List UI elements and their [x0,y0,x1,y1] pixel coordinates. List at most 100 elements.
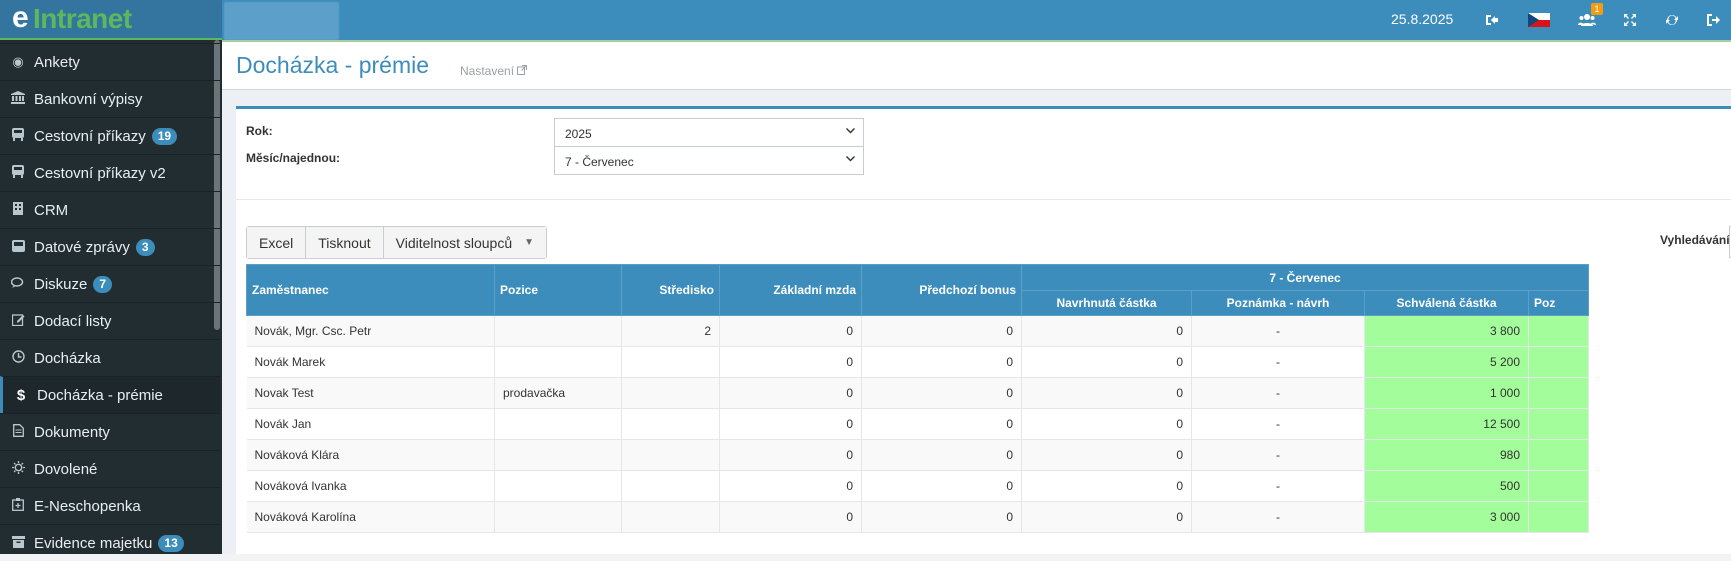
cell-center: 2 [621,315,720,347]
print-button[interactable]: Tisknout [306,227,384,258]
cell-employee: Novák Jan [246,408,495,440]
cell-proposed-amount: 0 [1021,439,1192,471]
cell-position [494,315,622,347]
sidebar-item-dochazka-premie[interactable]: $ Docházka - prémie [0,376,220,413]
sidebar-item-label: Dodací listy [34,312,112,330]
cell-proposed-amount: 0 [1021,470,1192,502]
sidebar-item-dodaci-listy[interactable]: Dodací listy [0,302,220,339]
search-label: Vyhledávání: [1660,233,1731,247]
hospital-icon [0,498,34,514]
blurred-area [224,2,339,40]
page-header: Docházka - prémie Nastavení [222,42,1731,90]
sidebar-item-crm[interactable]: CRM [0,191,220,228]
cell-previous-bonus: 0 [861,346,1022,378]
sidebar-item-label: Dovolené [34,460,98,478]
header-proposed-amount[interactable]: Navrhnutá částka [1021,290,1192,316]
data-table: Zaměstnanec Pozice Středisko Základní mz… [246,264,1731,533]
table-row[interactable]: Novák Jan 0 0 0-12 500 [246,408,1589,440]
cell-previous-bonus: 0 [861,470,1022,502]
cell-truncated [1528,315,1589,347]
cell-truncated [1528,408,1589,440]
cell-note-proposal: - [1191,439,1365,471]
month-select[interactable]: 7 - Červenec [554,146,864,175]
table-row[interactable]: Nováková Ivanka 0 0 0-500 [246,470,1589,502]
sun-icon [0,461,34,477]
header-previous-bonus[interactable]: Předchozí bonus [861,264,1022,316]
sidebar-item-evidence-majetku[interactable]: Evidence majetku 13 [0,524,220,561]
cell-note-proposal: - [1191,346,1365,378]
cell-previous-bonus: 0 [861,377,1022,409]
header-approved-amount[interactable]: Schválená částka [1364,290,1529,316]
header-truncated[interactable]: Poz [1528,290,1589,316]
table-row[interactable]: Novák, Mgr. Csc. Petr 2 0 0 0-3 800 [246,315,1589,347]
cell-note-proposal: - [1191,315,1365,347]
cell-center [621,346,720,378]
cell-employee: Nováková Ivanka [246,470,495,502]
year-select[interactable]: 2025 [554,118,864,147]
sidebar-item-label: Docházka - prémie [37,386,163,404]
cell-center [621,377,720,409]
header-employee[interactable]: Zaměstnanec [246,264,495,316]
cell-approved-amount: 3 800 [1364,315,1529,347]
count-badge: 19 [151,127,178,145]
sidebar-item-label: Diskuze [34,275,88,293]
sidebar-item-datove-zpravy[interactable]: Datové zprávy 3 [0,228,220,265]
cell-truncated [1528,439,1589,471]
settings-link[interactable]: Nastavení [460,64,528,78]
divider [236,199,1731,200]
cell-proposed-amount: 0 [1021,346,1192,378]
sidebar-item-cestovni-prikazy-v2[interactable]: Cestovní příkazy v2 [0,154,220,191]
excel-button[interactable]: Excel [247,227,307,258]
sidebar-item-e-neschopenka[interactable]: E-Neschopenka [0,487,220,524]
column-visibility-label: Viditelnost sloupců [395,234,513,251]
refresh-icon[interactable] [1660,8,1684,32]
cell-previous-bonus: 0 [861,408,1022,440]
header-position[interactable]: Pozice [494,264,622,316]
sidebar-item-label: Evidence majetku [34,534,153,552]
settings-link-label: Nastavení [460,64,515,78]
cell-previous-bonus: 0 [861,501,1022,533]
cz-flag[interactable] [1528,13,1550,27]
sidebar-item-dovolene[interactable]: Dovolené [0,450,220,487]
sidebar-item-label: Cestovní příkazy [34,127,146,145]
column-visibility-button[interactable]: Viditelnost sloupců ▼ [383,227,547,258]
app-logo[interactable]: e Intranet [0,0,222,40]
inbox-icon [0,239,34,255]
file-icon [0,424,34,440]
sidebar-item-ankety[interactable]: ◉ Ankety [0,43,220,80]
logout-icon[interactable] [1701,8,1725,32]
main-content: Docházka - prémie Nastavení Rok: 2025 Mě… [222,42,1731,554]
cell-center [621,408,720,440]
sidebar-item-dochazka[interactable]: Docházka [0,339,220,376]
cell-proposed-amount: 0 [1021,377,1192,409]
sidebar-item-bankovni-vypisy[interactable]: Bankovní výpisy [0,80,220,117]
cell-base-salary: 0 [719,377,862,409]
year-select-value: 2025 [565,127,592,141]
table-row[interactable]: Novák Marek 0 0 0-5 200 [246,346,1589,378]
cell-truncated [1528,470,1589,502]
caret-down-icon: ▼ [524,237,535,248]
cell-base-salary: 0 [719,346,862,378]
cell-base-salary: 0 [719,501,862,533]
table-row[interactable]: Nováková Karolína 0 0 0-3 000 [246,501,1589,533]
header-note-proposal[interactable]: Poznámka - návrh [1191,290,1365,316]
sign-out-icon[interactable] [1480,8,1504,32]
cell-center [621,501,720,533]
archive-icon [0,535,34,551]
sidebar-item-dokumenty[interactable]: Dokumenty [0,413,220,450]
cell-center [621,470,720,502]
table-row[interactable]: Novak Test prodavačka 0 0 0-1 000 [246,377,1589,409]
header-center[interactable]: Středisko [621,264,720,316]
page-title: Docházka - prémie [236,52,430,78]
sidebar-item-cestovni-prikazy[interactable]: Cestovní příkazy 19 [0,117,220,154]
sidebar-item-diskuze[interactable]: Diskuze 7 [0,265,220,302]
cell-previous-bonus: 0 [861,315,1022,347]
cell-truncated [1528,501,1589,533]
cell-note-proposal: - [1191,501,1365,533]
cell-employee: Novák Marek [246,346,495,378]
fullscreen-icon[interactable] [1618,8,1642,32]
header-base-salary[interactable]: Základní mzda [719,264,862,316]
cell-note-proposal: - [1191,377,1365,409]
cell-previous-bonus: 0 [861,439,1022,471]
table-row[interactable]: Nováková Klára 0 0 0-980 [246,439,1589,471]
